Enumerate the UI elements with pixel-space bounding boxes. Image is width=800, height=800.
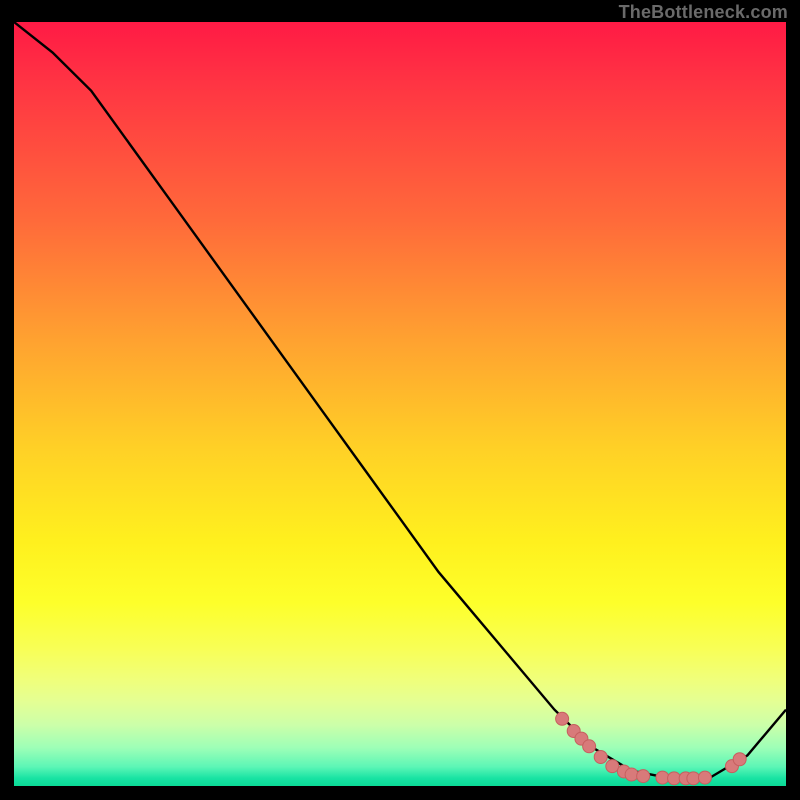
chart-svg (14, 22, 786, 786)
data-marker (625, 768, 638, 781)
data-marker (668, 772, 681, 785)
curve-line (14, 22, 786, 778)
data-marker (606, 760, 619, 773)
watermark-text: TheBottleneck.com (619, 2, 788, 23)
chart-container: TheBottleneck.com (0, 0, 800, 800)
data-marker (594, 750, 607, 763)
data-marker (687, 772, 700, 785)
plot-area (14, 22, 786, 786)
data-marker (583, 740, 596, 753)
data-marker (656, 771, 669, 784)
data-marker (733, 753, 746, 766)
data-marker (637, 770, 650, 783)
data-marker (556, 712, 569, 725)
data-marker (698, 771, 711, 784)
